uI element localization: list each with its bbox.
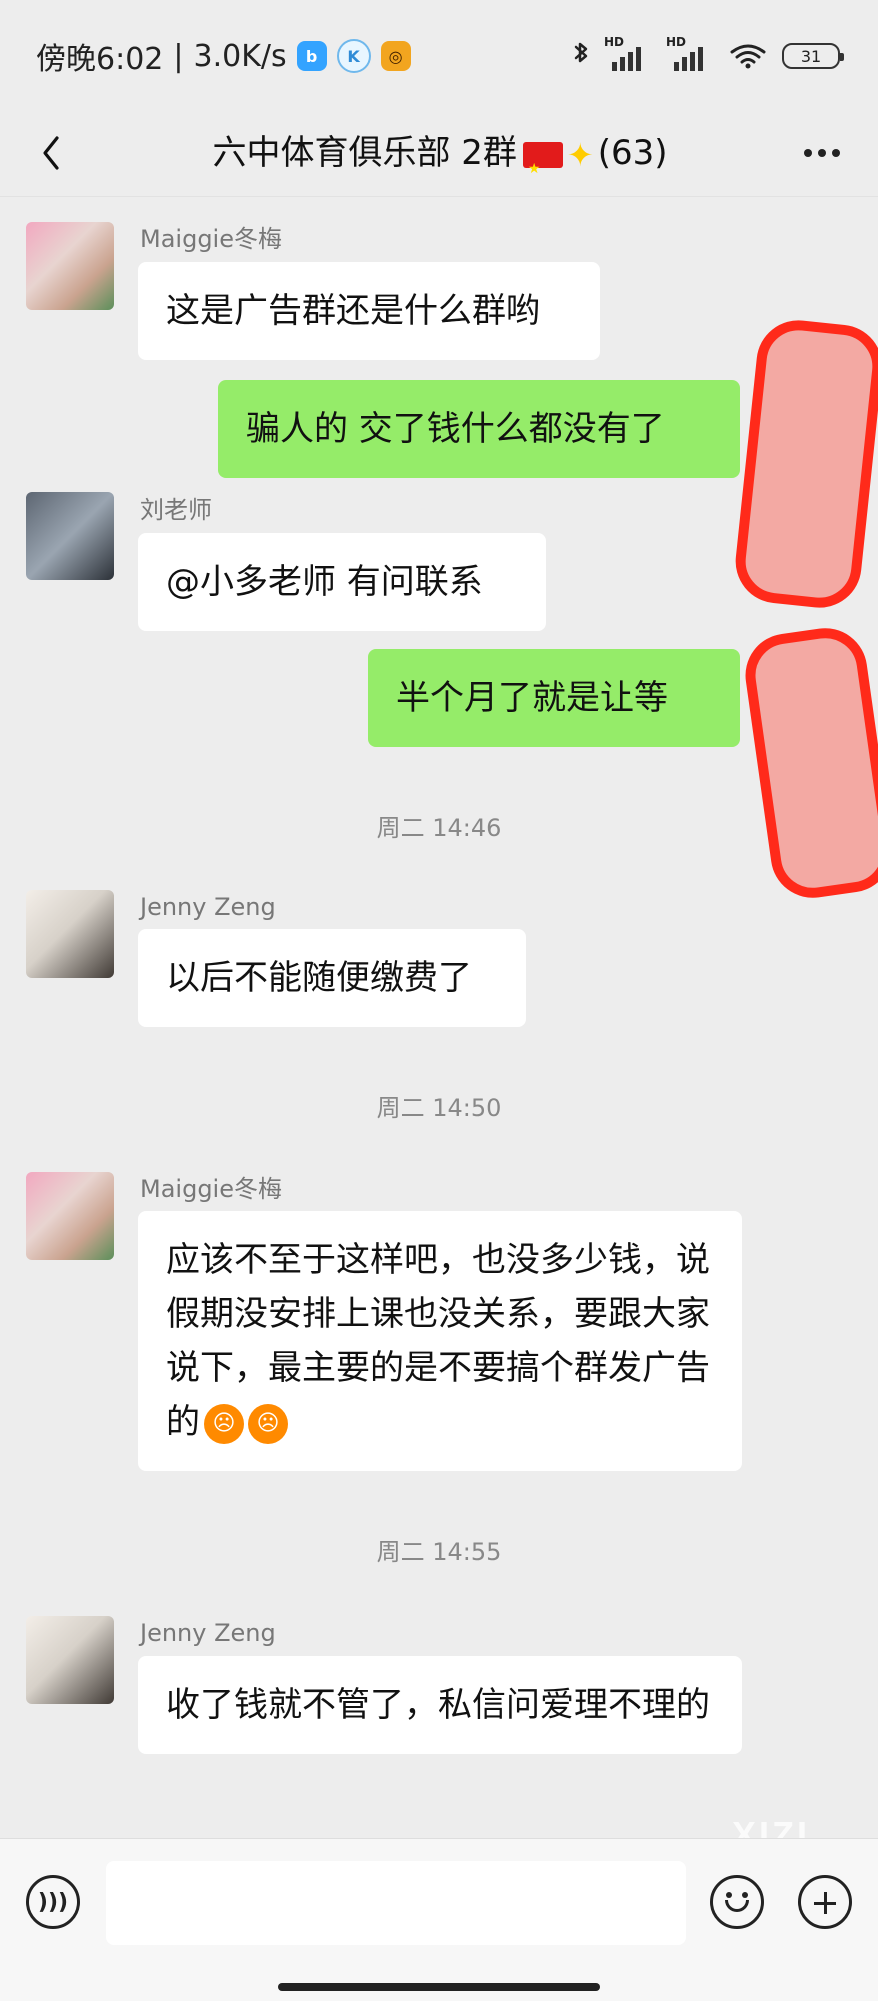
sent-message-bubble[interactable]: 骗人的 交了钱什么都没有了 <box>218 380 740 478</box>
voice-button[interactable]: ))) <box>26 1875 80 1929</box>
emoji-icon <box>725 1900 749 1912</box>
wifi-icon <box>730 44 766 69</box>
title-bar: 六中体育俱乐部 2群 ✦(63) <box>0 110 878 197</box>
back-button[interactable] <box>26 128 76 178</box>
avatar[interactable] <box>26 492 114 580</box>
page-title-text: 六中体育俱乐部 2群 <box>212 133 517 173</box>
sender-name: Maiggie冬梅 <box>140 1175 282 1203</box>
redaction-scribble <box>731 316 878 612</box>
signal-icon: HD <box>604 35 652 71</box>
avatar[interactable] <box>26 1616 114 1704</box>
avatar[interactable] <box>26 890 114 978</box>
voice-icon: ))) <box>37 1889 69 1915</box>
timestamp: 周二 14:50 <box>376 1094 502 1122</box>
sent-message-bubble[interactable]: 半个月了就是让等 <box>368 649 740 747</box>
add-button[interactable] <box>798 1875 852 1929</box>
bluetooth-icon <box>574 42 588 63</box>
more-button[interactable] <box>794 128 850 178</box>
received-message-bubble[interactable]: 收了钱就不管了，私信问爱理不理的 <box>138 1656 742 1754</box>
bilibili-icon: b <box>296 41 327 71</box>
signal-icon: HD <box>666 35 714 71</box>
sender-name: 刘老师 <box>140 496 212 524</box>
emoji-face-icon: ☹ <box>204 1403 244 1444</box>
received-message-bubble[interactable]: 以后不能随便缴费了 <box>138 929 526 1027</box>
chat-area: Maiggie冬梅 这是广告群还是什么群哟 骗人的 交了钱什么都没有了 刘老师 … <box>0 196 878 1855</box>
timestamp: 周二 14:46 <box>376 814 502 842</box>
game-icon: ◎ <box>380 41 411 71</box>
avatar[interactable] <box>26 222 114 310</box>
received-message-bubble[interactable]: 这是广告群还是什么群哟 <box>138 262 600 360</box>
status-bar: 傍晚6:02 | 3.0K/s b K ◎ HD HD 31 <box>0 0 878 110</box>
page-title: 六中体育俱乐部 2群 ✦(63) <box>180 126 700 196</box>
received-message-bubble[interactable]: @小多老师 有问联系 <box>138 533 546 631</box>
sender-name: Jenny Zeng <box>140 893 276 921</box>
chevron-left-icon <box>43 136 59 170</box>
more-icon <box>804 149 812 157</box>
status-left: 傍晚6:02 | 3.0K/s b K ◎ <box>36 36 411 77</box>
timestamp: 周二 14:55 <box>376 1538 502 1566</box>
emoji-button[interactable] <box>710 1875 764 1929</box>
bottom-input-bar: ))) <box>0 1838 878 2001</box>
k-icon: K <box>336 39 371 73</box>
avatar[interactable] <box>26 1172 114 1260</box>
emoji-face-icon: ☹ <box>248 1403 288 1444</box>
china-flag-icon <box>522 141 563 196</box>
status-time: 傍晚6:02 <box>36 42 164 77</box>
sender-name: Maiggie冬梅 <box>140 225 282 253</box>
message-input[interactable] <box>106 1861 686 1945</box>
message-text: 应该不至于这样吧，也没多少钱，说假期没安排上课也没关系，要跟大家说下，最主要的是… <box>166 1240 710 1442</box>
battery-icon: 31 <box>782 43 844 69</box>
battery-level: 31 <box>800 46 822 66</box>
status-right: HD HD 31 <box>572 34 844 78</box>
status-speed: 3.0K/s <box>193 38 287 74</box>
star-icon: ✦ <box>566 135 594 174</box>
home-indicator[interactable] <box>278 1983 600 1991</box>
sender-name: Jenny Zeng <box>140 1619 276 1647</box>
received-message-bubble[interactable]: 应该不至于这样吧，也没多少钱，说假期没安排上课也没关系，要跟大家说下，最主要的是… <box>138 1211 742 1471</box>
redaction-scribble <box>740 622 878 904</box>
status-divider: | <box>173 38 184 74</box>
member-count: (63) <box>597 133 668 173</box>
